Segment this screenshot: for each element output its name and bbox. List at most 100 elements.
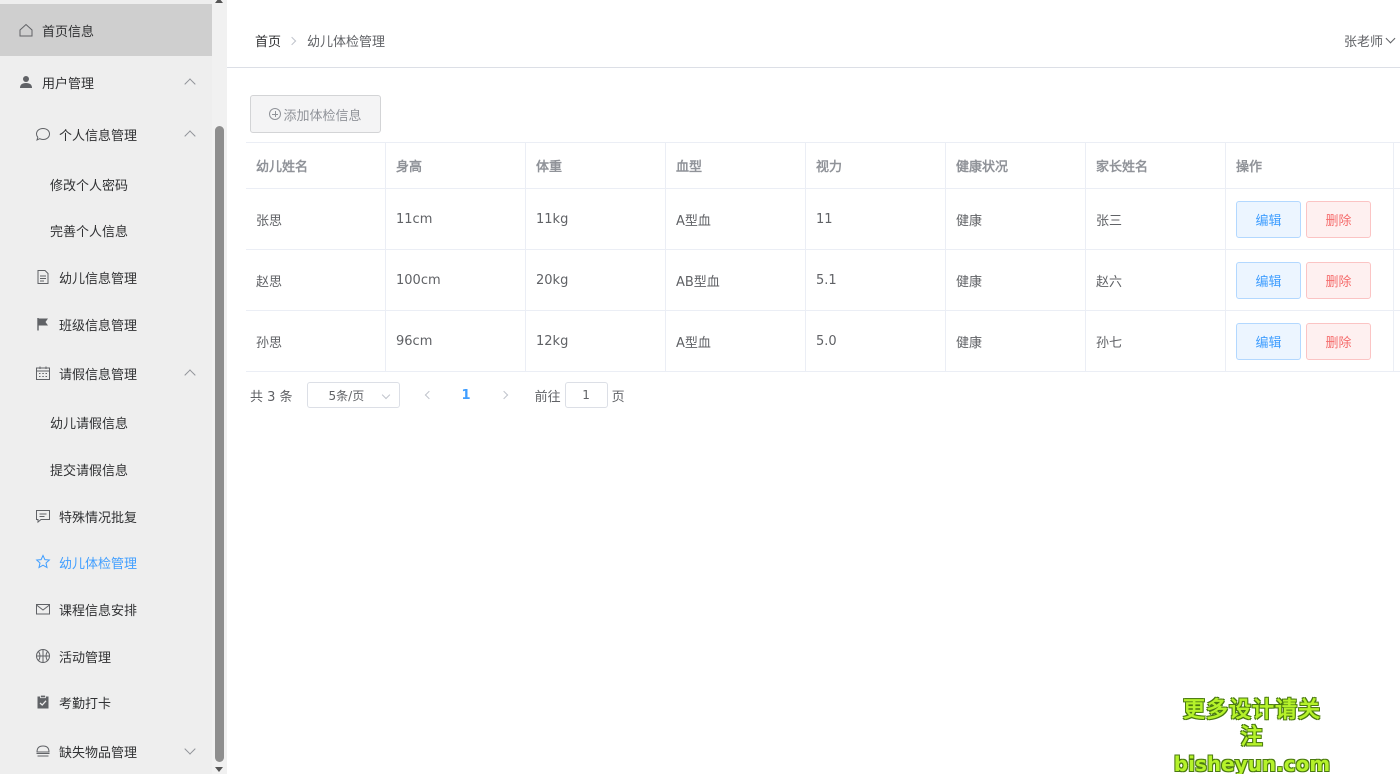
- document-icon: [35, 269, 51, 285]
- cell-actions: 编辑 删除: [1226, 189, 1394, 249]
- cell-child-name: 张思: [246, 189, 386, 249]
- sidebar-item-label: 完善个人信息: [50, 224, 129, 240]
- goto-label: 前往: [534, 389, 561, 405]
- table-row: 赵思 100cm 20kg AB型血 5.1 健康 赵六 编辑 删除: [246, 250, 1400, 311]
- home-icon: [18, 22, 34, 38]
- delete-button[interactable]: 删除: [1306, 200, 1371, 238]
- cell-blood-type: A型血: [666, 189, 806, 249]
- next-page-icon[interactable]: [499, 390, 508, 400]
- cell-child-name: 孙思: [246, 311, 386, 371]
- cell-weight: 12kg: [526, 311, 666, 371]
- column-header: 体重: [526, 143, 666, 188]
- sidebar-scrollbar[interactable]: [212, 0, 227, 774]
- sidebar-item-label: 用户管理: [42, 76, 95, 92]
- message-icon: [35, 508, 51, 524]
- edit-button[interactable]: 编辑: [1236, 261, 1301, 299]
- delete-button[interactable]: 删除: [1306, 322, 1371, 360]
- cell-health-status: 健康: [946, 189, 1086, 249]
- cell-blood-type: AB型血: [666, 250, 806, 310]
- scrollbar-thumb[interactable]: [215, 126, 224, 762]
- cell-vision: 5.1: [806, 250, 946, 310]
- sidebar: 首页信息 用户管理 个人信息管理 修改个人密码 完善个人信息 幼儿信息管理 班级…: [0, 0, 212, 774]
- sidebar-item-user-management[interactable]: 用户管理: [0, 56, 212, 108]
- watermark-line1: 更多设计请关注: [1182, 698, 1321, 750]
- sidebar-item-change-password[interactable]: 修改个人密码: [0, 158, 212, 210]
- breadcrumb-current: 幼儿体检管理: [307, 35, 386, 50]
- chevron-up-icon: [184, 78, 196, 90]
- add-health-check-button[interactable]: 添加体检信息: [250, 95, 381, 133]
- breadcrumb: 首页 幼儿体检管理: [255, 31, 385, 50]
- cell-health-status: 健康: [946, 250, 1086, 310]
- sidebar-item-label: 幼儿体检管理: [59, 556, 138, 572]
- cell-parent-name: 赵六: [1086, 250, 1226, 310]
- cell-parent-name: 张三: [1086, 189, 1226, 249]
- chevron-down-icon: [184, 743, 196, 755]
- prev-page-icon[interactable]: [424, 390, 433, 400]
- sidebar-item-special-approval[interactable]: 特殊情况批复: [0, 490, 212, 542]
- cell-health-status: 健康: [946, 311, 1086, 371]
- cell-height: 96cm: [386, 311, 526, 371]
- goto-page-input[interactable]: [564, 382, 608, 408]
- column-header: 操作: [1226, 143, 1394, 188]
- delete-button[interactable]: 删除: [1306, 261, 1371, 299]
- user-icon: [18, 74, 34, 90]
- sidebar-item-leave-info[interactable]: 请假信息管理: [0, 347, 212, 399]
- sidebar-item-label: 修改个人密码: [50, 178, 129, 194]
- page-unit-label: 页: [611, 389, 625, 405]
- cell-blood-type: A型血: [666, 311, 806, 371]
- column-header: 血型: [666, 143, 806, 188]
- user-name[interactable]: 张老师: [1344, 31, 1383, 50]
- column-header: 幼儿姓名: [246, 143, 386, 188]
- cell-height: 100cm: [386, 250, 526, 310]
- cell-height: 11cm: [386, 189, 526, 249]
- breadcrumb-home[interactable]: 首页: [255, 31, 281, 50]
- table-header-row: 幼儿姓名 身高 体重 血型 视力 健康状况 家长姓名 操作: [246, 143, 1400, 189]
- scroll-up-arrow-icon[interactable]: [215, 0, 223, 3]
- pagination: 共 3 条 5条/页 1 前往 页: [250, 382, 625, 408]
- circle-plus-icon: [269, 108, 282, 120]
- column-header: 健康状况: [946, 143, 1086, 188]
- page-number[interactable]: 1: [462, 388, 471, 403]
- edit-button[interactable]: 编辑: [1236, 200, 1301, 238]
- scroll-down-arrow-icon[interactable]: [215, 767, 223, 772]
- sidebar-item-health-check[interactable]: 幼儿体检管理: [0, 536, 212, 588]
- chevron-up-icon: [184, 369, 196, 381]
- sidebar-item-attendance[interactable]: 考勤打卡: [0, 676, 212, 728]
- cell-weight: 20kg: [526, 250, 666, 310]
- sidebar-item-submit-leave[interactable]: 提交请假信息: [0, 443, 212, 495]
- sidebar-item-lost-items[interactable]: 缺失物品管理: [0, 725, 212, 774]
- chevron-down-icon: [381, 390, 390, 400]
- column-header: 家长姓名: [1086, 143, 1226, 188]
- sidebar-item-child-info[interactable]: 幼儿信息管理: [0, 251, 212, 303]
- table-row: 张思 11cm 11kg A型血 11 健康 张三 编辑 删除: [246, 189, 1400, 250]
- sidebar-item-personal-info[interactable]: 个人信息管理: [0, 108, 212, 160]
- sidebar-item-label: 请假信息管理: [59, 367, 138, 383]
- sidebar-item-complete-info[interactable]: 完善个人信息: [0, 204, 212, 256]
- chevron-down-icon[interactable]: [1385, 33, 1396, 44]
- watermark-line2: bisheyun.com: [1173, 752, 1331, 774]
- sidebar-item-class-info[interactable]: 班级信息管理: [0, 298, 212, 350]
- sidebar-item-label: 缺失物品管理: [59, 745, 138, 761]
- sidebar-item-activity[interactable]: 活动管理: [0, 630, 212, 682]
- basketball-icon: [35, 648, 51, 664]
- sidebar-item-course-schedule[interactable]: 课程信息安排: [0, 583, 212, 635]
- table-row: 孙思 96cm 12kg A型血 5.0 健康 孙七 编辑 删除: [246, 311, 1400, 372]
- cell-actions: 编辑 删除: [1226, 250, 1394, 310]
- flag-icon: [35, 316, 51, 332]
- cell-child-name: 赵思: [246, 250, 386, 310]
- health-check-table: 幼儿姓名 身高 体重 血型 视力 健康状况 家长姓名 操作 张思 11cm 11…: [246, 142, 1400, 372]
- chevron-up-icon: [184, 130, 196, 142]
- sidebar-item-label: 活动管理: [59, 650, 112, 666]
- edit-button[interactable]: 编辑: [1236, 322, 1301, 360]
- sidebar-item-label: 考勤打卡: [59, 696, 112, 712]
- user-menu[interactable]: 张老师: [1344, 31, 1396, 50]
- sidebar-item-label: 首页信息: [42, 24, 95, 40]
- star-icon: [35, 554, 51, 570]
- food-icon: [35, 743, 51, 759]
- sidebar-item-child-leave[interactable]: 幼儿请假信息: [0, 396, 212, 448]
- sidebar-item-home[interactable]: 首页信息: [0, 4, 212, 56]
- add-button-label: 添加体检信息: [283, 108, 362, 124]
- page-size-select[interactable]: 5条/页: [306, 382, 400, 408]
- sidebar-item-label: 幼儿信息管理: [59, 271, 138, 287]
- cell-weight: 11kg: [526, 189, 666, 249]
